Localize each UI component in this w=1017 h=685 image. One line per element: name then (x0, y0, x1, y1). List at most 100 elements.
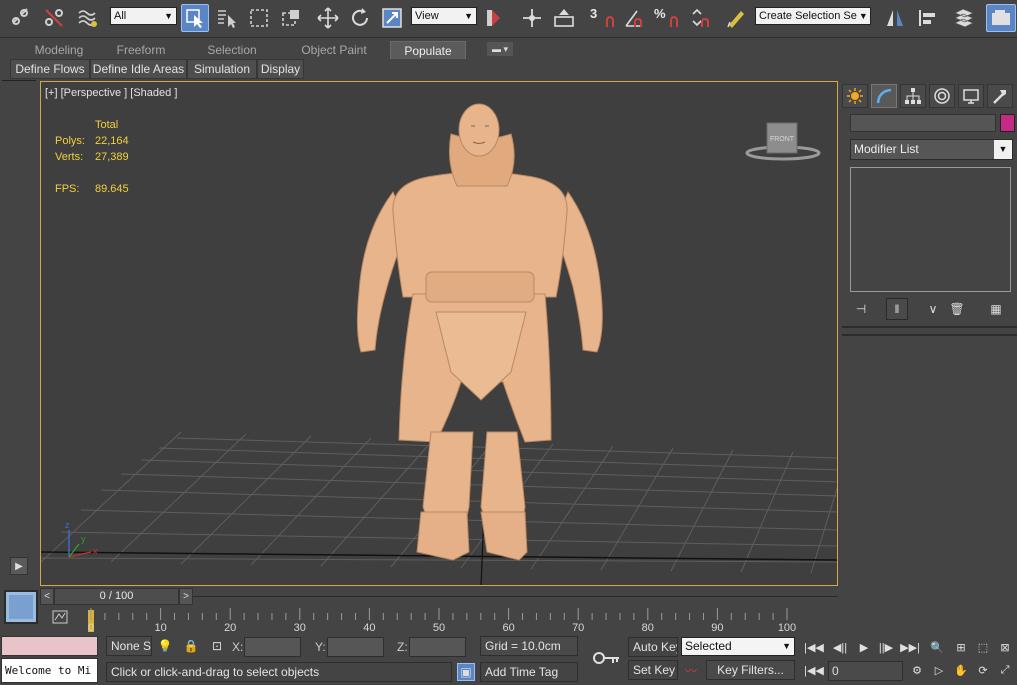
set-key-button[interactable]: Set Key (628, 660, 678, 680)
character-model[interactable] (356, 103, 603, 561)
align-icon[interactable] (913, 4, 941, 32)
time-slider[interactable]: < 0 / 100 > (40, 588, 838, 605)
field-of-view-icon[interactable]: ▷ (927, 660, 951, 680)
fps-value: 89.645 (95, 183, 129, 195)
tab-populate[interactable]: Populate (390, 41, 466, 59)
add-time-tag-button[interactable]: Add Time Tag (480, 662, 578, 682)
utilities-tab[interactable] (987, 84, 1013, 108)
time-slider-next-button[interactable]: > (179, 588, 193, 605)
selection-filter-value: All (114, 10, 127, 22)
key-mode-dropdown[interactable]: Selected ▼ (681, 637, 795, 656)
go-to-end-icon[interactable]: ▶▶| (898, 637, 922, 657)
grid-size-display: Grid = 10.0cm (480, 636, 578, 656)
x-coordinate-field[interactable] (244, 637, 301, 657)
bind-space-warp-icon[interactable] (74, 4, 102, 32)
named-selection-sets-dropdown[interactable]: Create Selection Se ▼ (755, 7, 871, 25)
reference-coordinate-value: View (415, 10, 439, 22)
pin-stack-icon[interactable]: ⊣ (850, 298, 872, 320)
y-coordinate-field[interactable] (327, 637, 384, 657)
time-configuration-icon[interactable]: ⚙ (905, 660, 929, 680)
adaptive-degradation-icon[interactable]: ▣ (457, 663, 475, 681)
absolute-mode-icon[interactable]: ⊡ (208, 637, 226, 655)
key-mode-toggle-icon[interactable]: |◀◀ (802, 660, 826, 680)
spinner-snap-icon[interactable] (686, 4, 714, 32)
track-bar[interactable]: 0 10 20 30 40 50 60 70 80 90 100 (88, 606, 840, 632)
scale-icon[interactable] (378, 4, 406, 32)
unlink-icon[interactable] (40, 4, 68, 32)
modifier-list-dropdown[interactable]: Modifier List ▼ (850, 139, 1013, 160)
zoom-all-icon[interactable]: ⊞ (949, 637, 973, 657)
current-frame-field[interactable]: 0 (828, 661, 903, 681)
viewcube[interactable]: FRONT (745, 122, 821, 161)
z-coordinate-field[interactable] (409, 637, 466, 657)
key-filters-button[interactable]: Key Filters... (706, 660, 795, 680)
time-slider-prev-button[interactable]: < (40, 588, 54, 605)
modifier-stack-list[interactable] (850, 167, 1011, 292)
render-setup-icon[interactable] (986, 4, 1016, 32)
zoom-extents-all-icon[interactable]: ⊠ (993, 637, 1017, 657)
set-key-mode-icon[interactable] (592, 648, 622, 668)
tab-selection[interactable]: Selection (197, 41, 267, 59)
hierarchy-tab[interactable] (900, 84, 926, 108)
orbit-icon[interactable]: ⟳ (971, 660, 995, 680)
auto-key-button[interactable]: Auto Key (628, 637, 678, 657)
move-icon[interactable] (314, 4, 342, 32)
key-curve-icon[interactable]: 〰 (682, 661, 700, 679)
hierarchy-icon (905, 88, 921, 104)
maxscript-listener-output[interactable]: Welcome to Mi (1, 658, 98, 683)
scene-explorer-icon[interactable] (950, 4, 978, 32)
pivot-center-icon[interactable] (480, 4, 508, 32)
define-idle-areas-button[interactable]: Define Idle Areas (90, 59, 187, 79)
zoom-icon[interactable]: 🔍 (925, 637, 949, 657)
select-manipulate-icon[interactable] (518, 4, 546, 32)
link-icon[interactable] (6, 4, 34, 32)
selection-lock-icon[interactable]: 🔒 (182, 637, 200, 655)
rectangular-selection-icon[interactable] (245, 4, 273, 32)
object-name-field[interactable] (850, 114, 996, 132)
maxscript-listener-input[interactable] (1, 636, 98, 656)
reference-coordinate-dropdown[interactable]: View ▼ (411, 7, 477, 25)
play-animation-icon[interactable]: ▶ (852, 637, 876, 657)
modify-tab[interactable] (871, 84, 897, 108)
maximize-viewport-icon[interactable]: ⤢ (993, 660, 1017, 680)
select-by-name-icon[interactable] (213, 4, 241, 32)
zoom-extents-icon[interactable]: ⬚ (971, 637, 995, 657)
select-object-button[interactable] (181, 4, 209, 32)
object-color-swatch[interactable] (1000, 114, 1015, 132)
ribbon-options-dropdown[interactable]: ▬ ▾ (487, 42, 513, 56)
make-unique-icon[interactable]: ∨ (922, 298, 944, 320)
go-to-start-icon[interactable]: |◀◀ (802, 637, 826, 657)
next-frame-icon[interactable]: ||▶ (874, 637, 898, 657)
display-button[interactable]: Display (257, 59, 304, 79)
edit-named-selection-icon[interactable] (722, 4, 750, 32)
tab-freeform[interactable]: Freeform (106, 41, 176, 59)
viewport-label-menu[interactable]: [+] [Perspective ] [Shaded ] (45, 87, 177, 99)
rotate-icon[interactable] (346, 4, 374, 32)
viewport-layout-tab-toggle[interactable]: ▶ (10, 557, 28, 575)
window-crossing-icon[interactable] (277, 4, 305, 32)
configure-modifier-sets-icon[interactable]: ▦ (985, 298, 1007, 320)
keyboard-shortcut-override-icon[interactable] (550, 4, 578, 32)
mirror-icon[interactable] (881, 4, 909, 32)
perspective-viewport[interactable]: z x y FRONT [+] [Perspective ] [Shaded ]… (40, 81, 838, 586)
remove-modifier-icon[interactable]: 🗑 (946, 298, 968, 320)
display-tab[interactable] (958, 84, 984, 108)
viewport-layouts-button[interactable] (4, 590, 38, 624)
time-slider-thumb[interactable]: 0 / 100 (54, 588, 179, 605)
tab-object-paint[interactable]: Object Paint (290, 41, 378, 59)
selection-filter-dropdown[interactable]: All ▼ (110, 7, 177, 25)
isolate-selection-icon[interactable]: 💡 (156, 637, 174, 655)
tab-modeling[interactable]: Modeling (24, 41, 94, 59)
chevron-down-icon: ▼ (464, 11, 473, 21)
simulation-button[interactable]: Simulation (187, 59, 257, 79)
mini-curve-editor-icon[interactable] (52, 610, 68, 624)
create-tab[interactable] (842, 84, 868, 108)
viewport-statistics: Total Polys: 22,164 Verts: 27,389 FPS: 89.6… (55, 117, 129, 197)
angle-snap-icon[interactable] (620, 4, 648, 32)
show-end-result-icon[interactable]: ‖ (886, 298, 908, 320)
percent-snap-magnet-icon[interactable] (660, 4, 688, 32)
motion-tab[interactable] (929, 84, 955, 108)
define-flows-button[interactable]: Define Flows (10, 59, 90, 79)
previous-frame-icon[interactable]: ◀|| (828, 637, 852, 657)
pan-view-icon[interactable]: ✋ (949, 660, 973, 680)
